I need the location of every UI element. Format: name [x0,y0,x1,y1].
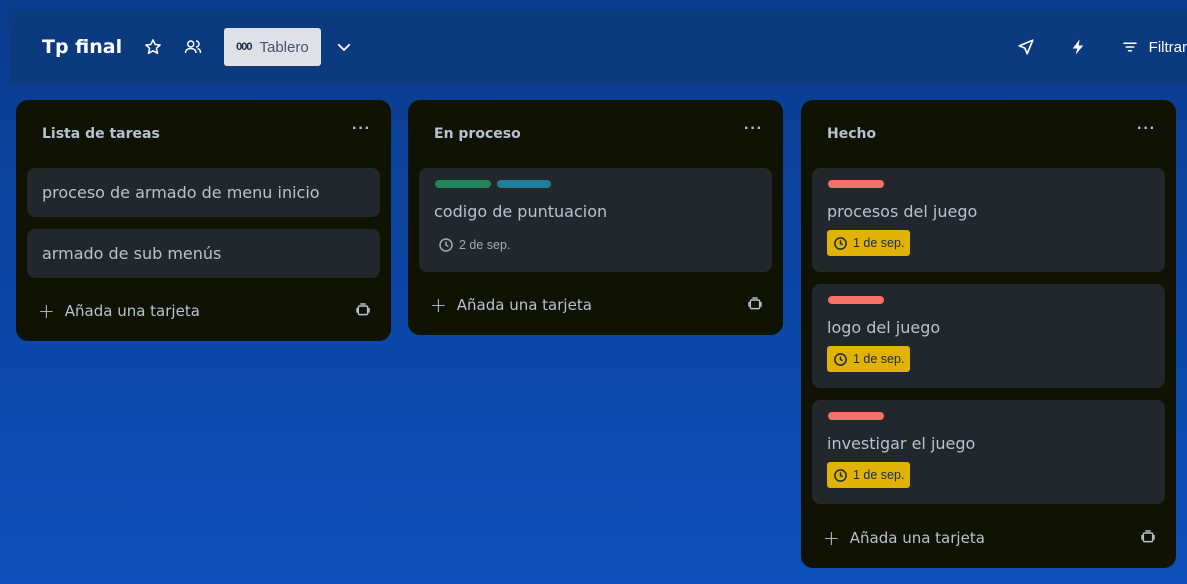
star-icon[interactable] [144,38,162,56]
clock-icon [833,352,848,367]
card[interactable]: procesos del juego 1 de sep. [812,168,1165,272]
board-title[interactable]: Tp final [42,36,122,58]
list-hecho: Hecho ··· procesos del juego 1 de sep. l… [801,100,1176,568]
list-lista-de-tareas: Lista de tareas ··· proceso de armado de… [16,100,391,341]
board-view-button[interactable]: 000 Tablero [224,28,321,66]
card-title: armado de sub menús [42,244,222,263]
due-date-badge: 2 de sep. [434,234,514,256]
add-card-button[interactable]: + Añada una tarjeta [430,293,592,317]
board-header: Tp final 000 Tablero Filtrar [10,10,1187,84]
power-ups-icon[interactable] [1017,38,1035,56]
add-card-label: Añada una tarjeta [64,302,200,320]
card-title: codigo de puntuacion [434,202,608,221]
list-menu-button[interactable]: ··· [744,120,763,138]
card[interactable]: logo del juego 1 de sep. [812,284,1165,388]
card-title: investigar el juego [827,434,976,453]
filter-button[interactable]: Filtrar [1149,39,1187,56]
due-date-text: 2 de sep. [459,238,511,252]
list-title[interactable]: Hecho [827,126,876,142]
card[interactable]: investigar el juego 1 de sep. [812,400,1165,504]
card-label[interactable] [435,180,491,188]
chevron-down-icon[interactable] [335,38,353,56]
card-label[interactable] [497,180,551,188]
list-en-proceso: En proceso ··· codigo de puntuacion 2 de… [408,100,783,335]
card[interactable]: codigo de puntuacion 2 de sep. [419,168,772,272]
filter-icon[interactable] [1121,38,1139,56]
clock-icon [438,237,454,253]
list-title[interactable]: En proceso [434,126,521,142]
card-title: logo del juego [827,318,941,337]
add-card-button[interactable]: + Añada una tarjeta [823,526,985,550]
list-menu-button[interactable]: ··· [1137,120,1156,138]
card-title: proceso de armado de menu inicio [42,183,320,202]
due-date-text: 1 de sep. [853,468,905,482]
workspace-visibility-icon[interactable] [184,38,202,56]
card-template-icon[interactable] [747,296,763,312]
clock-icon [833,468,848,483]
card[interactable]: armado de sub menús [27,229,380,278]
card-label[interactable] [828,296,884,304]
card-title: procesos del juego [827,202,978,221]
list-menu-button[interactable]: ··· [352,120,371,138]
add-card-label: Añada una tarjeta [849,529,985,547]
add-card-label: Añada una tarjeta [456,296,592,314]
card-label[interactable] [828,180,884,188]
due-date-text: 1 de sep. [853,236,905,250]
due-date-text: 1 de sep. [853,352,905,366]
card-label[interactable] [828,412,884,420]
card[interactable]: proceso de armado de menu inicio [27,168,380,217]
clock-icon [833,236,848,251]
due-date-badge[interactable]: 1 de sep. [827,462,911,488]
card-template-icon[interactable] [355,302,371,318]
card-template-icon[interactable] [1140,529,1156,545]
board-view-label: Tablero [259,38,309,56]
plus-icon: + [823,526,840,550]
due-date-badge[interactable]: 1 de sep. [827,230,911,256]
header-tools: Filtrar [1017,10,1187,84]
list-title[interactable]: Lista de tareas [42,126,160,142]
plus-icon: + [430,293,447,317]
board-view-icon: 000 [236,41,252,53]
due-date-badge[interactable]: 1 de sep. [827,346,911,372]
automation-icon[interactable] [1069,38,1087,56]
add-card-button[interactable]: + Añada una tarjeta [38,299,200,323]
plus-icon: + [38,299,55,323]
